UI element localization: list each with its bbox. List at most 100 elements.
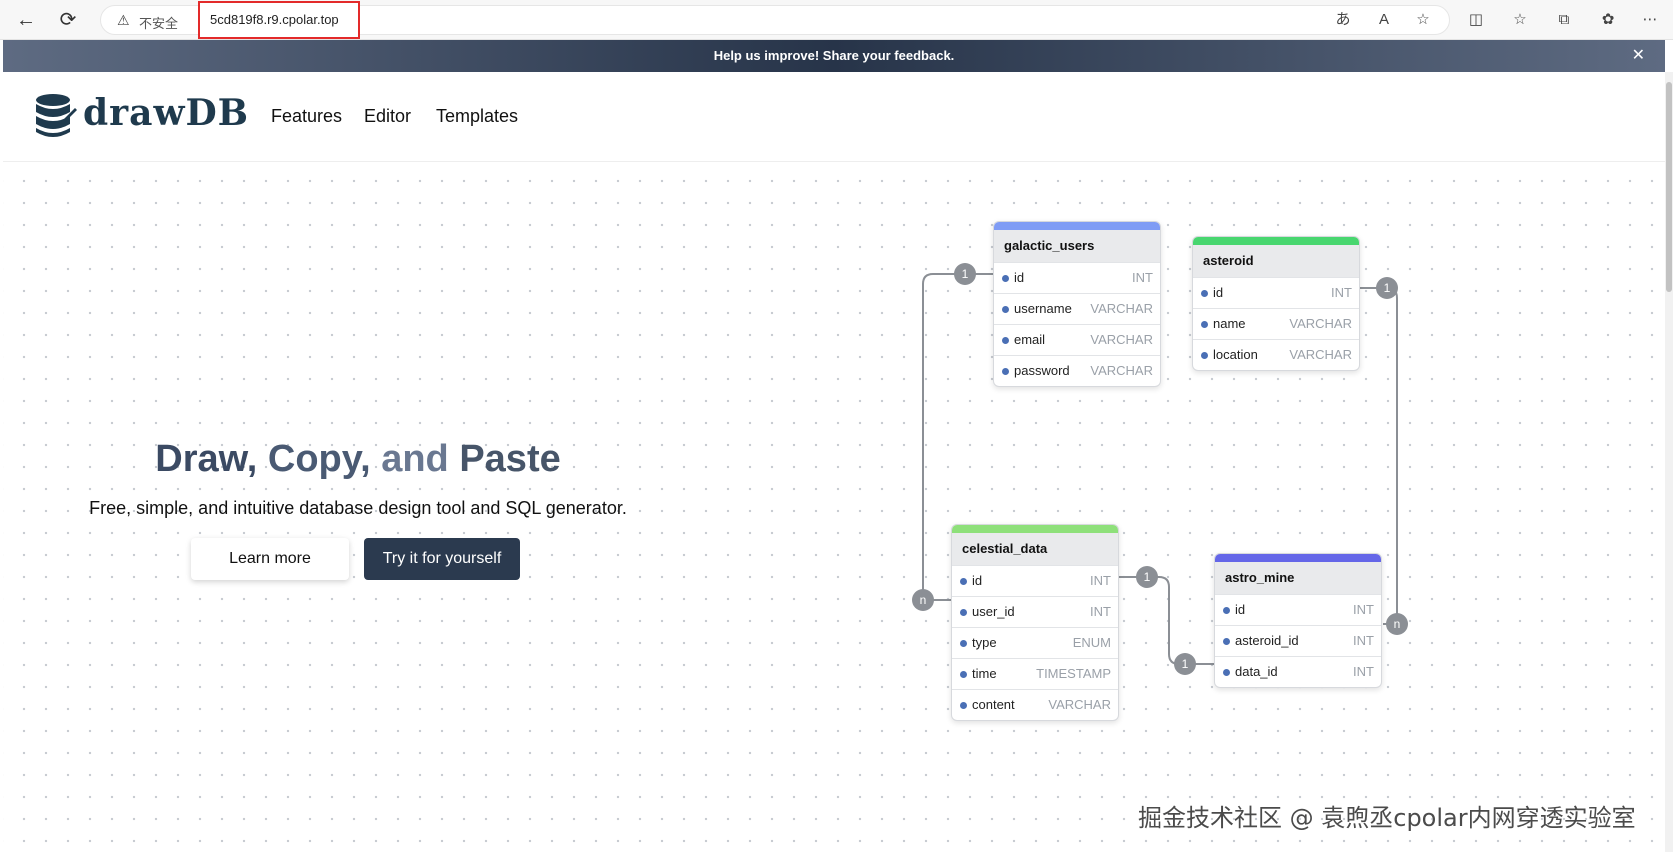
read-aloud-icon[interactable]: A	[1374, 10, 1394, 30]
table-header[interactable]: asteroid	[1193, 245, 1359, 277]
table-row[interactable]: email VARCHAR	[994, 324, 1160, 355]
field-dot-icon	[1002, 306, 1009, 313]
feedback-text[interactable]: Help us improve! Share your feedback.	[714, 48, 955, 63]
relation-many-marker[interactable]: n	[1386, 613, 1408, 635]
table-row[interactable]: username VARCHAR	[994, 293, 1160, 324]
field-name: email	[1014, 332, 1046, 347]
split-screen-icon[interactable]: ◫	[1466, 10, 1486, 30]
field-dot-icon	[1201, 290, 1208, 297]
feedback-banner: Help us improve! Share your feedback. ✕	[3, 40, 1665, 72]
field-dot-icon	[960, 609, 967, 616]
nav-features[interactable]: Features	[271, 106, 342, 127]
table-asteroid[interactable]: asteroid id INT name VARCHAR location VARCH…	[1192, 236, 1360, 371]
field-dot-icon	[960, 702, 967, 709]
field-dot-icon	[1201, 352, 1208, 359]
warning-icon[interactable]: ⚠	[117, 12, 130, 29]
more-menu-icon[interactable]: ⋯	[1640, 10, 1660, 30]
table-astro-mine[interactable]: astro_mine id INT asteroid_id INT data_id I…	[1214, 553, 1382, 688]
field-dot-icon	[960, 578, 967, 585]
browser-toolbar: ← ⟳ ⚠ 不安全 5cd819f8.r9.cpolar.top あ A ☆ ◫…	[0, 0, 1673, 40]
collections-icon[interactable]: ⧉	[1554, 10, 1574, 30]
scrollbar-thumb[interactable]	[1666, 82, 1672, 292]
field-type: INT	[1353, 633, 1374, 648]
logo-text[interactable]: drawDB	[83, 92, 249, 134]
field-name: username	[1014, 301, 1072, 316]
hero-canvas: Draw, Copy, and Paste Free, simple, and …	[3, 162, 1665, 852]
field-name: type	[972, 635, 997, 650]
table-color-bar	[994, 222, 1160, 230]
field-dot-icon	[1002, 337, 1009, 344]
table-row[interactable]: data_id INT	[1215, 656, 1381, 687]
field-dot-icon	[1002, 368, 1009, 375]
field-name: id	[972, 573, 983, 588]
page-scrollbar[interactable]	[1665, 72, 1673, 852]
table-row[interactable]: id INT	[1193, 277, 1359, 308]
field-name: content	[972, 697, 1015, 712]
favorites-icon[interactable]: ☆	[1510, 10, 1530, 30]
field-dot-icon	[1201, 321, 1208, 328]
table-header[interactable]: astro_mine	[1215, 562, 1381, 594]
field-name: user_id	[972, 604, 1015, 619]
field-type: VARCHAR	[1090, 332, 1153, 347]
table-row[interactable]: id INT	[994, 262, 1160, 293]
field-name: location	[1213, 347, 1258, 362]
relation-one-marker[interactable]: 1	[1136, 566, 1158, 588]
table-row[interactable]: content VARCHAR	[952, 689, 1118, 720]
field-dot-icon	[1223, 669, 1230, 676]
field-type: INT	[1090, 604, 1111, 619]
nav-editor[interactable]: Editor	[364, 106, 411, 127]
field-dot-icon	[1002, 275, 1009, 282]
address-bar[interactable]: ⚠ 不安全 5cd819f8.r9.cpolar.top	[100, 1, 1450, 39]
close-icon[interactable]: ✕	[1632, 40, 1645, 72]
relationship-lines	[922, 273, 1398, 665]
url-text[interactable]: 5cd819f8.r9.cpolar.top	[198, 1, 360, 39]
field-name: asteroid_id	[1235, 633, 1299, 648]
table-color-bar	[952, 525, 1118, 533]
table-celestial-data[interactable]: celestial_data id INT user_id INT type ENUM…	[951, 524, 1119, 721]
field-dot-icon	[960, 671, 967, 678]
refresh-icon[interactable]: ⟳	[56, 8, 80, 32]
field-type: INT	[1353, 664, 1374, 679]
field-name: name	[1213, 316, 1246, 331]
field-type: VARCHAR	[1289, 316, 1352, 331]
field-type: VARCHAR	[1090, 363, 1153, 378]
field-type: INT	[1090, 573, 1111, 588]
relation-one-marker[interactable]: 1	[1376, 277, 1398, 299]
table-row[interactable]: asteroid_id INT	[1215, 625, 1381, 656]
table-row[interactable]: name VARCHAR	[1193, 308, 1359, 339]
translate-icon[interactable]: あ	[1333, 10, 1353, 30]
field-name: password	[1014, 363, 1070, 378]
field-dot-icon	[1223, 607, 1230, 614]
field-type: INT	[1353, 602, 1374, 617]
table-row[interactable]: type ENUM	[952, 627, 1118, 658]
table-row[interactable]: id INT	[1215, 594, 1381, 625]
table-row[interactable]: user_id INT	[952, 596, 1118, 627]
field-type: INT	[1331, 285, 1352, 300]
field-name: data_id	[1235, 664, 1278, 679]
back-arrow-icon[interactable]: ←	[14, 8, 38, 32]
table-galactic-users[interactable]: galactic_users id INT username VARCHAR ema…	[993, 221, 1161, 387]
site-header: drawDB Features Editor Templates	[3, 72, 1665, 162]
table-row[interactable]: location VARCHAR	[1193, 339, 1359, 370]
database-logo-icon[interactable]	[33, 92, 77, 140]
field-type: INT	[1132, 270, 1153, 285]
nav-templates[interactable]: Templates	[436, 106, 518, 127]
favorite-star-icon[interactable]: ☆	[1413, 10, 1433, 30]
table-row[interactable]: password VARCHAR	[994, 355, 1160, 386]
table-header[interactable]: galactic_users	[994, 230, 1160, 262]
field-name: id	[1235, 602, 1246, 617]
relation-one-marker[interactable]: 1	[954, 263, 976, 285]
security-label[interactable]: 不安全	[139, 13, 178, 32]
extensions-icon[interactable]: ✿	[1598, 10, 1618, 30]
table-color-bar	[1193, 237, 1359, 245]
table-row[interactable]: time TIMESTAMP	[952, 658, 1118, 689]
table-header[interactable]: celestial_data	[952, 533, 1118, 565]
field-type: VARCHAR	[1289, 347, 1352, 362]
field-dot-icon	[960, 640, 967, 647]
relation-many-marker[interactable]: n	[912, 589, 934, 611]
field-type: VARCHAR	[1048, 697, 1111, 712]
table-row[interactable]: id INT	[952, 565, 1118, 596]
field-name: id	[1213, 285, 1224, 300]
relation-one-marker[interactable]: 1	[1174, 653, 1196, 675]
field-type: TIMESTAMP	[1036, 666, 1111, 681]
